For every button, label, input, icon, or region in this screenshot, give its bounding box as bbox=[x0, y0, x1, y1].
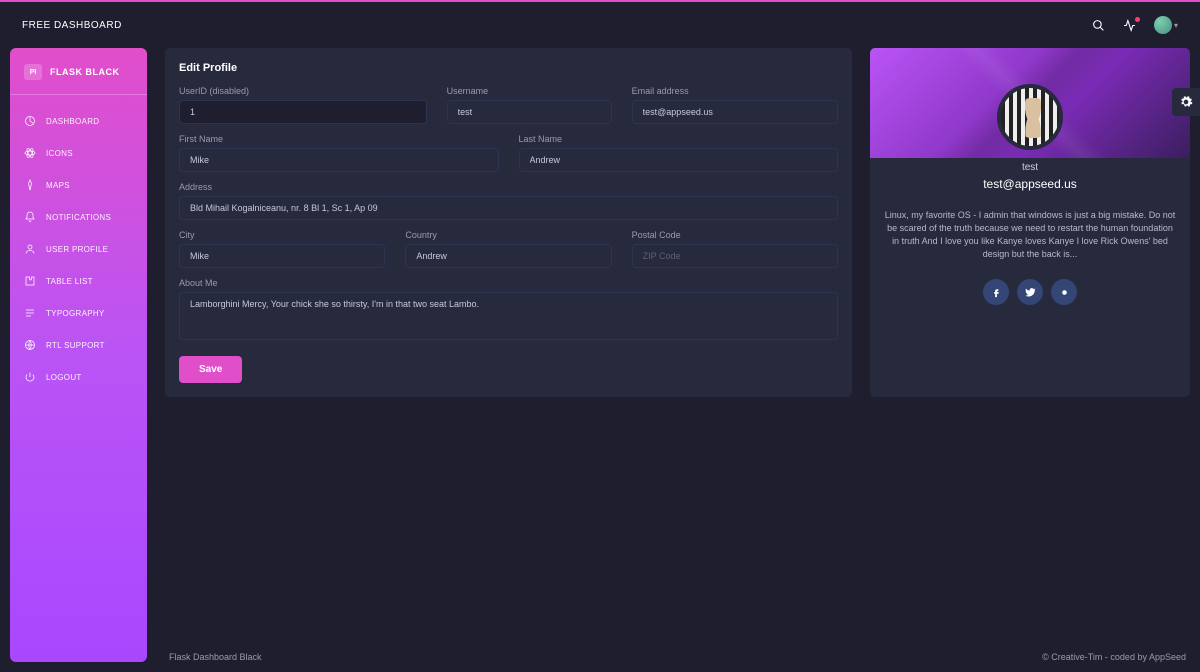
sidebar-item-label: ICONS bbox=[46, 149, 73, 158]
input-address[interactable] bbox=[179, 196, 838, 220]
sidebar-item-maps[interactable]: MAPS bbox=[10, 169, 147, 201]
footer: Flask Dashboard Black © Creative-Tim - c… bbox=[165, 644, 1190, 662]
field-email: Email address bbox=[632, 86, 838, 124]
sidebar: PI FLASK BLACK DASHBOARD ICONS MAPS NOTI… bbox=[10, 48, 147, 662]
sidebar-item-label: TABLE LIST bbox=[46, 277, 93, 286]
input-username[interactable] bbox=[447, 100, 612, 124]
input-about[interactable] bbox=[179, 292, 838, 340]
sidebar-item-table-list[interactable]: TABLE LIST bbox=[10, 265, 147, 297]
label-country: Country bbox=[405, 230, 611, 240]
topbar: FREE DASHBOARD ▾ bbox=[0, 2, 1200, 48]
brand-logo: PI bbox=[24, 64, 42, 80]
label-email: Email address bbox=[632, 86, 838, 96]
profile-email: test@appseed.us bbox=[884, 177, 1176, 191]
sidebar-item-label: TYPOGRAPHY bbox=[46, 309, 105, 318]
chart-icon bbox=[24, 115, 36, 127]
input-first-name[interactable] bbox=[179, 148, 499, 172]
label-last: Last Name bbox=[519, 134, 839, 144]
profile-avatar[interactable] bbox=[997, 84, 1063, 150]
twitter-icon[interactable] bbox=[1017, 279, 1043, 305]
gear-icon bbox=[1179, 95, 1193, 109]
field-first-name: First Name bbox=[179, 134, 499, 172]
sidebar-item-rtl[interactable]: RTL SUPPORT bbox=[10, 329, 147, 361]
power-icon bbox=[24, 371, 36, 383]
page-title: FREE DASHBOARD bbox=[22, 20, 122, 31]
sidebar-item-logout[interactable]: LOGOUT bbox=[10, 361, 147, 393]
search-icon[interactable] bbox=[1092, 19, 1105, 32]
input-userid[interactable] bbox=[179, 100, 427, 124]
pin-icon bbox=[24, 179, 36, 191]
sidebar-item-dashboard[interactable]: DASHBOARD bbox=[10, 105, 147, 137]
profile-content: test test@appseed.us Linux, my favorite … bbox=[884, 62, 1176, 305]
label-address: Address bbox=[179, 182, 838, 192]
settings-fab[interactable] bbox=[1172, 88, 1200, 116]
content-row: Edit Profile UserID (disabled) Username … bbox=[165, 48, 1190, 397]
user-menu[interactable]: ▾ bbox=[1154, 16, 1178, 34]
facebook-icon[interactable] bbox=[983, 279, 1009, 305]
sidebar-item-icons[interactable]: ICONS bbox=[10, 137, 147, 169]
save-button[interactable]: Save bbox=[179, 356, 242, 383]
input-country[interactable] bbox=[405, 244, 611, 268]
field-city: City bbox=[179, 230, 385, 268]
sidebar-item-label: USER PROFILE bbox=[46, 245, 108, 254]
puzzle-icon bbox=[24, 275, 36, 287]
atom-icon bbox=[24, 147, 36, 159]
input-city[interactable] bbox=[179, 244, 385, 268]
sidebar-item-user-profile[interactable]: USER PROFILE bbox=[10, 233, 147, 265]
profile-bio: Linux, my favorite OS - I admin that win… bbox=[884, 209, 1176, 261]
label-city: City bbox=[179, 230, 385, 240]
sidebar-item-label: RTL SUPPORT bbox=[46, 341, 105, 350]
field-userid: UserID (disabled) bbox=[179, 86, 427, 124]
sidebar-item-label: LOGOUT bbox=[46, 373, 82, 382]
input-last-name[interactable] bbox=[519, 148, 839, 172]
card-title: Edit Profile bbox=[179, 62, 838, 74]
label-userid: UserID (disabled) bbox=[179, 86, 427, 96]
user-icon bbox=[24, 243, 36, 255]
sidebar-item-notifications[interactable]: NOTIFICATIONS bbox=[10, 201, 147, 233]
label-first: First Name bbox=[179, 134, 499, 144]
footer-left: Flask Dashboard Black bbox=[169, 652, 262, 662]
bell-icon bbox=[24, 211, 36, 223]
sidebar-item-label: DASHBOARD bbox=[46, 117, 99, 126]
field-about: About Me bbox=[179, 278, 838, 340]
align-icon bbox=[24, 307, 36, 319]
field-postal: Postal Code bbox=[632, 230, 838, 268]
field-username: Username bbox=[447, 86, 612, 124]
nav: DASHBOARD ICONS MAPS NOTIFICATIONS USER … bbox=[10, 105, 147, 393]
profile-card: test test@appseed.us Linux, my favorite … bbox=[870, 48, 1190, 397]
input-email[interactable] bbox=[632, 100, 838, 124]
brand-name: FLASK BLACK bbox=[50, 67, 120, 77]
social-links bbox=[884, 279, 1176, 305]
main: Edit Profile UserID (disabled) Username … bbox=[165, 48, 1190, 662]
label-username: Username bbox=[447, 86, 612, 96]
label-postal: Postal Code bbox=[632, 230, 838, 240]
field-country: Country bbox=[405, 230, 611, 268]
activity-icon[interactable] bbox=[1123, 19, 1136, 32]
globe-icon bbox=[24, 339, 36, 351]
brand[interactable]: PI FLASK BLACK bbox=[10, 64, 147, 95]
field-address: Address bbox=[179, 182, 838, 220]
avatar bbox=[1154, 16, 1172, 34]
layout: PI FLASK BLACK DASHBOARD ICONS MAPS NOTI… bbox=[0, 48, 1200, 672]
sidebar-item-label: MAPS bbox=[46, 181, 70, 190]
chevron-down-icon: ▾ bbox=[1174, 21, 1178, 30]
google-icon[interactable] bbox=[1051, 279, 1077, 305]
footer-right: © Creative-Tim - coded by AppSeed bbox=[1042, 652, 1186, 662]
label-about: About Me bbox=[179, 278, 838, 288]
edit-profile-card: Edit Profile UserID (disabled) Username … bbox=[165, 48, 852, 397]
profile-name: test bbox=[884, 162, 1176, 173]
field-last-name: Last Name bbox=[519, 134, 839, 172]
sidebar-item-label: NOTIFICATIONS bbox=[46, 213, 111, 222]
topbar-actions: ▾ bbox=[1092, 16, 1178, 34]
sidebar-item-typography[interactable]: TYPOGRAPHY bbox=[10, 297, 147, 329]
notification-dot bbox=[1135, 17, 1140, 22]
input-postal[interactable] bbox=[632, 244, 838, 268]
